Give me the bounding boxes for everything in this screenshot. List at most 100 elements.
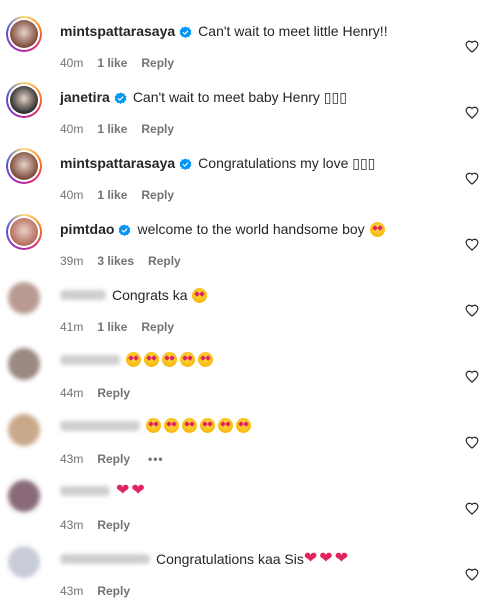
avatar-image: [10, 152, 38, 180]
comment-item: pimtdao welcome to the world handsome boy…: [0, 214, 486, 280]
heart-outline-icon[interactable]: [465, 304, 479, 317]
reply-button[interactable]: Reply: [97, 386, 130, 400]
comment-body: Congrats ka: [60, 286, 210, 304]
comment-meta: 40m 1 like Reply: [60, 188, 188, 202]
avatar[interactable]: [8, 480, 40, 512]
heart-outline-icon[interactable]: [465, 568, 479, 581]
comment-body: [60, 418, 254, 433]
comment-body: mintspattarasaya Congratulations my love …: [60, 154, 375, 172]
star-struck-emoji: [198, 352, 213, 367]
comment-meta: 41m 1 like Reply: [60, 320, 188, 334]
likes-count[interactable]: 1 like: [97, 122, 127, 136]
red-heart-emoji: ❤: [131, 482, 145, 499]
avatar[interactable]: [8, 348, 40, 380]
timestamp: 43m: [60, 584, 84, 598]
comment-text: Can't wait to meet little Henry!!: [198, 23, 388, 39]
comment-meta: 43m Reply •••: [60, 452, 164, 466]
reply-button[interactable]: Reply: [141, 56, 174, 70]
reply-button[interactable]: Reply: [97, 518, 130, 532]
comment-meta: 40m 1 like Reply: [60, 122, 188, 136]
comment-text: Can't wait to meet baby Henry ▯▯▯: [132, 89, 347, 105]
username-link[interactable]: pimtdao: [60, 220, 114, 238]
comment-body: ❤ ❤: [60, 482, 147, 499]
star-struck-emoji: [164, 418, 179, 433]
avatar[interactable]: [8, 414, 40, 446]
star-struck-emoji: [162, 352, 177, 367]
red-heart-emoji: ❤: [319, 550, 333, 567]
comment-body: pimtdao welcome to the world handsome boy: [60, 220, 388, 238]
username-link[interactable]: mintspattarasaya: [60, 22, 175, 40]
avatar[interactable]: [6, 148, 42, 184]
username-link[interactable]: janetira: [60, 88, 110, 106]
avatar[interactable]: [8, 282, 40, 314]
username-blurred[interactable]: [60, 290, 106, 300]
avatar[interactable]: [6, 16, 42, 52]
timestamp: 41m: [60, 320, 84, 334]
timestamp: 40m: [60, 188, 84, 202]
avatar-image: [10, 218, 38, 246]
timestamp: 40m: [60, 122, 84, 136]
comment-meta: 44m Reply: [60, 386, 144, 400]
timestamp: 44m: [60, 386, 84, 400]
comment-item: janetira Can't wait to meet baby Henry ▯▯…: [0, 82, 486, 148]
reply-button[interactable]: Reply: [141, 122, 174, 136]
reply-button[interactable]: Reply: [141, 188, 174, 202]
comment-item: 44m Reply: [0, 346, 486, 412]
more-options-icon[interactable]: •••: [148, 452, 164, 466]
star-struck-emoji: [192, 287, 208, 303]
comment-meta: 43m Reply: [60, 518, 144, 532]
heart-outline-icon[interactable]: [465, 436, 479, 449]
reply-button[interactable]: Reply: [97, 452, 130, 466]
verified-badge-icon: [179, 157, 192, 170]
username-blurred[interactable]: [60, 420, 140, 431]
reply-button[interactable]: Reply: [97, 584, 130, 598]
red-heart-emoji: ❤: [334, 550, 349, 567]
avatar[interactable]: [6, 214, 42, 250]
star-struck-emoji: [236, 418, 251, 433]
avatar[interactable]: [8, 546, 40, 578]
comment-item: Congrats ka 41m 1 like Reply: [0, 280, 486, 346]
star-struck-emoji: [182, 418, 197, 433]
username-blurred[interactable]: [60, 354, 120, 365]
red-heart-emoji: ❤: [303, 550, 318, 567]
comment-meta: 40m 1 like Reply: [60, 56, 188, 70]
comment-meta: 43m Reply: [60, 584, 144, 598]
heart-outline-icon[interactable]: [465, 238, 479, 251]
star-struck-emoji: [146, 418, 161, 433]
avatar-image: [10, 86, 38, 114]
star-struck-emoji: [126, 352, 141, 367]
likes-count[interactable]: 1 like: [97, 56, 127, 70]
likes-count[interactable]: 1 like: [97, 188, 127, 202]
avatar-image: [10, 20, 38, 48]
comment-item: Congratulations kaa Sis ❤ ❤ ❤ 43m Reply: [0, 544, 486, 610]
heart-outline-icon[interactable]: [465, 40, 479, 53]
comment-item: 43m Reply •••: [0, 412, 486, 478]
star-struck-emoji: [200, 418, 215, 433]
username-blurred[interactable]: [60, 486, 110, 496]
comment-text: Congratulations kaa Sis: [156, 551, 304, 567]
heart-outline-icon[interactable]: [465, 172, 479, 185]
heart-outline-icon[interactable]: [465, 106, 479, 119]
verified-badge-icon: [114, 91, 127, 104]
comment-body: [60, 352, 216, 367]
star-struck-emoji: [144, 352, 159, 367]
reply-button[interactable]: Reply: [141, 320, 174, 334]
timestamp: 43m: [60, 452, 84, 466]
heart-outline-icon[interactable]: [465, 502, 479, 515]
avatar[interactable]: [6, 82, 42, 118]
comment-text: Congratulations my love ▯▯▯: [198, 155, 376, 171]
comment-item: ❤ ❤ 43m Reply: [0, 478, 486, 544]
red-heart-emoji: ❤: [116, 482, 130, 499]
timestamp: 43m: [60, 518, 84, 532]
username-link[interactable]: mintspattarasaya: [60, 154, 175, 172]
timestamp: 39m: [60, 254, 84, 268]
likes-count[interactable]: 1 like: [97, 320, 127, 334]
heart-outline-icon[interactable]: [465, 370, 479, 383]
comment-body: Congratulations kaa Sis ❤ ❤ ❤: [60, 550, 350, 568]
likes-count[interactable]: 3 likes: [97, 254, 134, 268]
username-blurred[interactable]: [60, 554, 150, 564]
comment-body: janetira Can't wait to meet baby Henry ▯▯…: [60, 88, 347, 106]
timestamp: 40m: [60, 56, 84, 70]
star-struck-emoji: [369, 221, 385, 237]
reply-button[interactable]: Reply: [148, 254, 181, 268]
